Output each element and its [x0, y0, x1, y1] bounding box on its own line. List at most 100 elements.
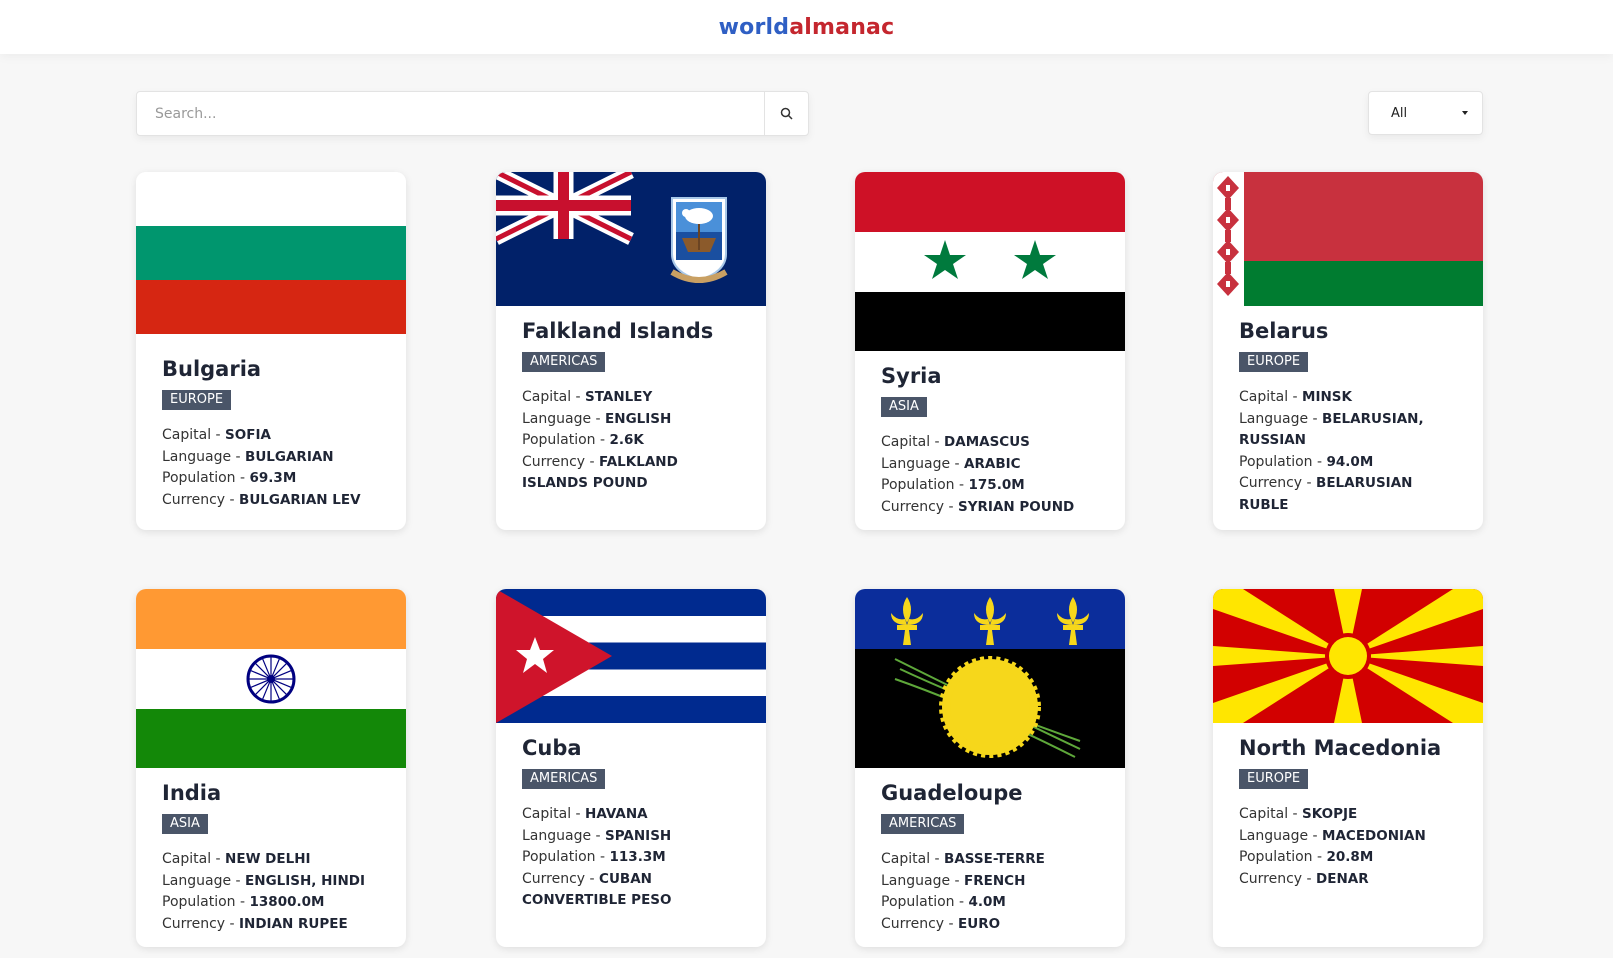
- country-name: North Macedonia: [1239, 736, 1442, 760]
- caret-down-icon: [1462, 111, 1468, 115]
- currency-value: SYRIAN POUND: [958, 498, 1075, 515]
- language-label: Language -: [522, 827, 606, 844]
- population-label: Population -: [522, 432, 610, 448]
- language-label: Language -: [522, 410, 606, 427]
- sun-icon: [939, 656, 1041, 758]
- region-badge: AMERICAS: [522, 769, 606, 789]
- capital-label: Capital -: [1239, 389, 1303, 405]
- country-name: Belarus: [1239, 319, 1329, 343]
- search-button[interactable]: [764, 92, 808, 135]
- search-input[interactable]: [137, 92, 764, 135]
- capital-value: HAVANA: [585, 806, 648, 822]
- currency-value: EURO: [958, 915, 1001, 932]
- capital-value: SOFIA: [225, 427, 271, 443]
- country-card-north-macedonia[interactable]: North Macedonia EUROPE Capital - SKOPJE …: [1213, 589, 1483, 947]
- country-card-india[interactable]: India ASIA Capital - NEW DELHI Language …: [136, 589, 406, 947]
- language-value: ARABIC: [964, 455, 1021, 472]
- capital-label: Capital -: [522, 806, 586, 822]
- capital-value: STANLEY: [585, 389, 653, 405]
- ashoka-chakra-icon: [246, 654, 296, 704]
- capital-value: DAMASCUS: [944, 434, 1030, 450]
- language-value: SPANISH: [605, 827, 672, 844]
- country-info: Capital - SKOPJE Language - MACEDONIAN P…: [1239, 804, 1465, 890]
- country-name: India: [162, 781, 222, 805]
- language-label: Language -: [1239, 410, 1323, 427]
- coat-of-arms-icon: [670, 197, 728, 283]
- population-label: Population -: [162, 894, 250, 910]
- region-badge: EUROPE: [1239, 352, 1309, 372]
- region-badge: ASIA: [881, 397, 927, 417]
- falkland-islands-flag: [496, 172, 766, 306]
- currency-label: Currency -: [1239, 870, 1317, 887]
- country-info: Capital - SOFIA Language - BULGARIAN Pop…: [162, 425, 388, 511]
- language-label: Language -: [881, 455, 965, 472]
- region-badge: ASIA: [162, 814, 208, 834]
- capital-label: Capital -: [1239, 806, 1303, 822]
- country-name: Guadeloupe: [881, 781, 1023, 805]
- country-info: Capital - MINSK Language - BELARUSIAN, R…: [1239, 387, 1465, 516]
- population-label: Population -: [1239, 453, 1327, 470]
- population-value: 113.3M: [609, 849, 666, 865]
- capital-label: Capital -: [162, 851, 226, 867]
- currency-label: Currency -: [1239, 475, 1317, 491]
- region-filter-value: All: [1391, 105, 1408, 121]
- cuba-flag: [496, 589, 766, 723]
- language-label: Language -: [1239, 827, 1323, 844]
- country-card-bulgaria[interactable]: Bulgaria EUROPE Capital - SOFIA Language…: [136, 172, 406, 530]
- population-value: 4.0M: [968, 894, 1006, 910]
- population-value: 20.8M: [1326, 849, 1374, 865]
- belarus-flag: [1213, 172, 1483, 306]
- currency-value: DENAR: [1316, 870, 1369, 887]
- region-filter-select[interactable]: All: [1368, 91, 1483, 135]
- site-logo[interactable]: worldalmanac: [719, 15, 895, 40]
- language-value: ENGLISH, HINDI: [245, 872, 365, 889]
- country-name: Bulgaria: [162, 357, 262, 381]
- population-value: 2.6K: [609, 432, 644, 448]
- country-name: Syria: [881, 364, 942, 388]
- country-card-cuba[interactable]: Cuba AMERICAS Capital - HAVANA Language …: [496, 589, 766, 947]
- language-label: Language -: [162, 872, 246, 889]
- capital-label: Capital -: [522, 389, 586, 405]
- currency-label: Currency -: [162, 491, 240, 508]
- north-macedonia-flag: [1213, 589, 1483, 723]
- country-name: Falkland Islands: [522, 319, 714, 343]
- currency-label: Currency -: [162, 915, 240, 932]
- capital-value: SKOPJE: [1302, 806, 1358, 822]
- language-value: BULGARIAN: [245, 448, 334, 465]
- top-bar: worldalmanac: [0, 0, 1613, 54]
- region-badge: EUROPE: [1239, 769, 1309, 789]
- capital-label: Capital -: [881, 434, 945, 450]
- population-value: 13800.0M: [249, 894, 325, 910]
- country-card-falkland-islands[interactable]: Falkland Islands AMERICAS Capital - STAN…: [496, 172, 766, 530]
- currency-label: Currency -: [881, 498, 959, 515]
- population-value: 175.0M: [968, 477, 1025, 493]
- population-label: Population -: [1239, 849, 1327, 865]
- language-label: Language -: [881, 872, 965, 889]
- currency-value: INDIAN RUPEE: [239, 915, 348, 932]
- country-card-guadeloupe[interactable]: Guadeloupe AMERICAS Capital - BASSE-TERR…: [855, 589, 1125, 947]
- currency-label: Currency -: [522, 453, 600, 470]
- population-label: Population -: [881, 894, 969, 910]
- population-label: Population -: [881, 477, 969, 493]
- logo-word-world: world: [718, 14, 790, 40]
- capital-value: NEW DELHI: [225, 851, 311, 867]
- country-info: Capital - HAVANA Language - SPANISH Popu…: [522, 804, 748, 912]
- bulgaria-flag: [136, 172, 406, 334]
- region-badge: AMERICAS: [881, 814, 965, 834]
- language-value: ENGLISH: [605, 410, 672, 427]
- guadeloupe-flag: [855, 589, 1125, 768]
- country-card-belarus[interactable]: Belarus EUROPE Capital - MINSK Language …: [1213, 172, 1483, 530]
- capital-value: BASSE-TERRE: [944, 851, 1045, 867]
- language-label: Language -: [162, 448, 246, 465]
- country-info: Capital - STANLEY Language - ENGLISH Pop…: [522, 387, 748, 495]
- region-badge: AMERICAS: [522, 352, 606, 372]
- capital-value: MINSK: [1302, 389, 1352, 405]
- logo-word-almanac: almanac: [789, 14, 895, 40]
- country-name: Cuba: [522, 736, 582, 760]
- search-icon: [780, 107, 793, 120]
- population-label: Population -: [162, 470, 250, 486]
- country-info: Capital - BASSE-TERRE Language - FRENCH …: [881, 849, 1107, 935]
- country-card-syria[interactable]: Syria ASIA Capital - DAMASCUS Language -…: [855, 172, 1125, 530]
- syria-flag: [855, 172, 1125, 351]
- india-flag: [136, 589, 406, 768]
